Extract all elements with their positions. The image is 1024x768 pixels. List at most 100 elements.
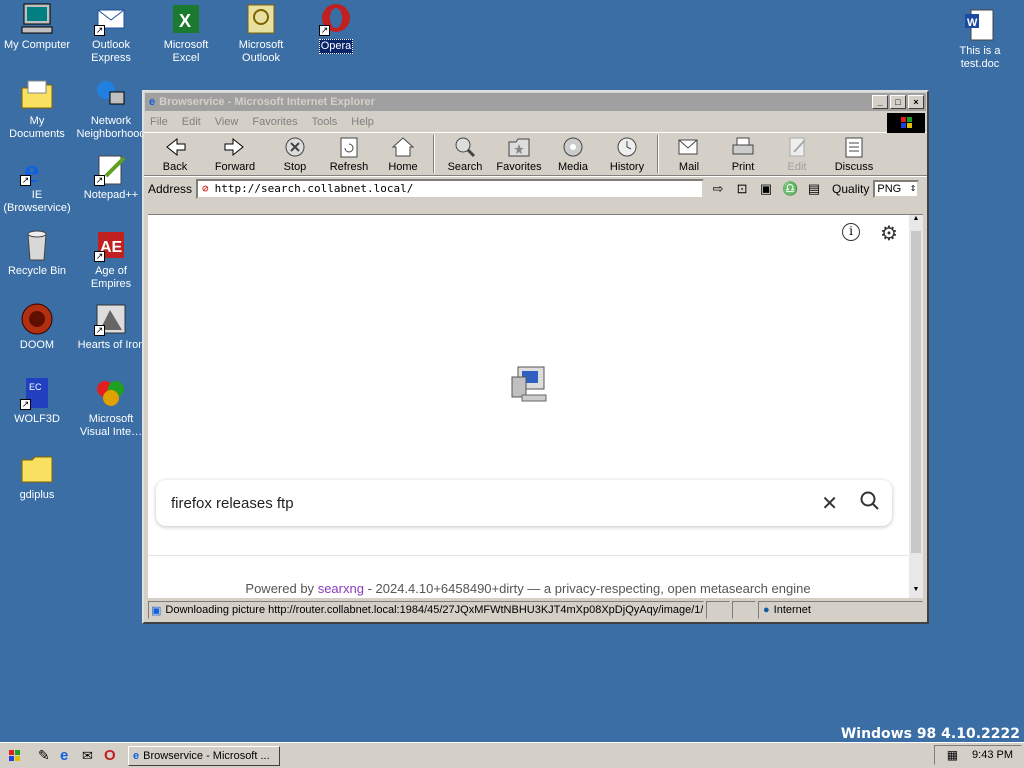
- clipboard-icon[interactable]: ▤: [804, 180, 824, 198]
- desktop-icon-wolf3d[interactable]: EC ↗ WOLF3D: [0, 376, 74, 426]
- discuss-button[interactable]: Discuss: [824, 136, 884, 173]
- clear-icon[interactable]: ✕: [821, 491, 838, 516]
- refresh-label: Refresh: [329, 161, 369, 173]
- menu-view[interactable]: View: [215, 116, 239, 128]
- print-button[interactable]: Print: [716, 136, 770, 173]
- stop-label: Stop: [283, 161, 307, 173]
- print-label: Print: [731, 161, 755, 173]
- searxng-link[interactable]: searxng: [318, 581, 364, 596]
- info-icon[interactable]: i: [842, 223, 860, 241]
- tray-app-icon[interactable]: ▦: [947, 748, 958, 762]
- desktop-icon-network[interactable]: Network Neighborhood: [74, 78, 148, 141]
- select-arrow-icon: ⇕: [909, 183, 917, 193]
- desktop-icon-gdiplus[interactable]: gdiplus: [0, 452, 74, 502]
- refresh-button[interactable]: Refresh: [322, 136, 376, 173]
- toolbar: Back Forward Stop Refresh Home Search Fa…: [144, 132, 927, 176]
- shortcut-arrow-icon: ↗: [94, 251, 105, 262]
- window-title: Browservice - Microsoft Internet Explore…: [159, 96, 375, 108]
- mail-button[interactable]: Mail: [662, 136, 716, 173]
- search-query[interactable]: firefox releases ftp: [171, 495, 821, 512]
- menu-favorites[interactable]: Favorites: [252, 116, 297, 128]
- desktop-icon-my-computer[interactable]: My Computer: [0, 2, 74, 52]
- system-tray: ▦ 9:43 PM: [934, 745, 1022, 765]
- quicklaunch-opera-icon[interactable]: O: [104, 747, 122, 764]
- desktop-icon-outlook-express[interactable]: ↗ Outlook Express: [74, 2, 148, 65]
- desktop-icon-my-documents[interactable]: My Documents: [0, 78, 74, 141]
- edit-button[interactable]: Edit: [770, 136, 824, 173]
- clock[interactable]: 9:43 PM: [972, 749, 1013, 761]
- start-button[interactable]: [4, 746, 26, 766]
- page-icon: ⊘: [202, 182, 209, 195]
- desktop-icon-label: Microsoft Excel: [163, 39, 209, 64]
- desktop-icon-ie[interactable]: e ↗ IE (Browservice): [0, 152, 74, 215]
- status-text-panel: ▣ Downloading picture http://router.coll…: [148, 601, 704, 619]
- desktop-icon-recycle-bin[interactable]: Recycle Bin: [0, 228, 74, 278]
- desktop-icon-notepadpp[interactable]: ↗ Notepad++: [74, 152, 148, 202]
- desktop-icon-label: Age of Empires: [90, 265, 132, 290]
- taskbar-button-browservice[interactable]: e Browservice - Microsoft ...: [128, 745, 280, 766]
- quicklaunch-ie-icon[interactable]: e: [60, 747, 78, 764]
- windows-logo-icon: [887, 113, 925, 133]
- go-arrow-icon[interactable]: ⇨: [708, 180, 728, 198]
- search-icon[interactable]: [860, 491, 880, 515]
- desktop-icon-outlook[interactable]: Microsoft Outlook: [224, 2, 298, 65]
- back-button[interactable]: Back: [148, 136, 202, 173]
- url-input[interactable]: ⊘ http://search.collabnet.local/: [196, 178, 705, 199]
- forward-arrow-icon: [223, 136, 247, 158]
- notepad-icon: ↗: [94, 152, 128, 186]
- status-panel: [732, 601, 756, 619]
- home-button[interactable]: Home: [376, 136, 430, 173]
- search-button[interactable]: Search: [438, 136, 492, 173]
- media-button[interactable]: Media: [546, 136, 600, 173]
- outlook-express-icon: ↗: [94, 2, 128, 36]
- vertical-scrollbar[interactable]: ▲ ▼: [909, 215, 923, 598]
- status-panel: [706, 601, 730, 619]
- stop-button[interactable]: Stop: [268, 136, 322, 173]
- desktop-icon-label: Microsoft Visual Inte…: [79, 413, 143, 438]
- folder-icon: [20, 78, 54, 112]
- quicklaunch-desktop-icon[interactable]: ✎: [38, 747, 56, 764]
- maximize-button[interactable]: □: [890, 95, 906, 109]
- save-page-icon[interactable]: ▣: [756, 180, 776, 198]
- close-button[interactable]: ×: [908, 95, 924, 109]
- opera-icon: ↗: [319, 2, 353, 36]
- menu-file[interactable]: File: [150, 116, 168, 128]
- menu-edit[interactable]: Edit: [182, 116, 201, 128]
- edit-page-icon: [785, 136, 809, 158]
- bookmark-icon[interactable]: ⊡: [732, 180, 752, 198]
- minimize-button[interactable]: _: [872, 95, 888, 109]
- searxng-logo-icon: [508, 363, 552, 414]
- desktop-icon-visual-interdev[interactable]: Microsoft Visual Inte…: [74, 376, 148, 439]
- forward-button[interactable]: Forward: [202, 136, 268, 173]
- desktop-icon-age-of-empires[interactable]: AE ↗ Age of Empires: [74, 228, 148, 291]
- footer-divider: [148, 555, 908, 556]
- quicklaunch-outlook-icon[interactable]: ✉: [82, 748, 100, 764]
- desktop-icon-label: This is a test.doc: [959, 45, 1001, 70]
- search-box[interactable]: firefox releases ftp ✕: [156, 480, 892, 526]
- menu-tools[interactable]: Tools: [312, 116, 338, 128]
- browser-window[interactable]: e Browservice - Microsoft Internet Explo…: [142, 90, 929, 624]
- page-viewport[interactable]: i ⚙ firefox releases ftp ✕ Powered by se…: [148, 214, 923, 598]
- forward-label: Forward: [214, 161, 256, 173]
- quality-select[interactable]: PNG ⇕: [873, 179, 920, 198]
- doom-icon: [20, 302, 54, 336]
- title-bar[interactable]: e Browservice - Microsoft Internet Explo…: [145, 93, 926, 111]
- desktop-icon-label: Notepad++: [83, 189, 139, 201]
- scroll-up-icon[interactable]: ▲: [909, 215, 923, 227]
- desktop-icon-opera[interactable]: ↗ Opera: [299, 2, 373, 54]
- favorites-button[interactable]: Favorites: [492, 136, 546, 173]
- find-icon[interactable]: ♎: [780, 180, 800, 198]
- desktop-icon-excel[interactable]: X Microsoft Excel: [149, 2, 223, 65]
- desktop-icon-hearts-of-iron[interactable]: ↗ Hearts of Iron: [74, 302, 148, 352]
- desktop-icon-test-doc[interactable]: W This is a test.doc: [943, 8, 1017, 71]
- scroll-down-icon[interactable]: ▼: [909, 586, 923, 598]
- network-icon: [94, 78, 128, 112]
- desktop-icon-doom[interactable]: DOOM: [0, 302, 74, 352]
- history-button[interactable]: History: [600, 136, 654, 173]
- page-loading-icon: ▣: [151, 604, 162, 617]
- menu-help[interactable]: Help: [351, 116, 374, 128]
- desktop-icon-label: Outlook Express: [91, 39, 131, 64]
- settings-gear-icon[interactable]: ⚙: [880, 221, 898, 246]
- scroll-thumb[interactable]: [911, 231, 921, 553]
- wolf3d-icon: EC ↗: [20, 376, 54, 410]
